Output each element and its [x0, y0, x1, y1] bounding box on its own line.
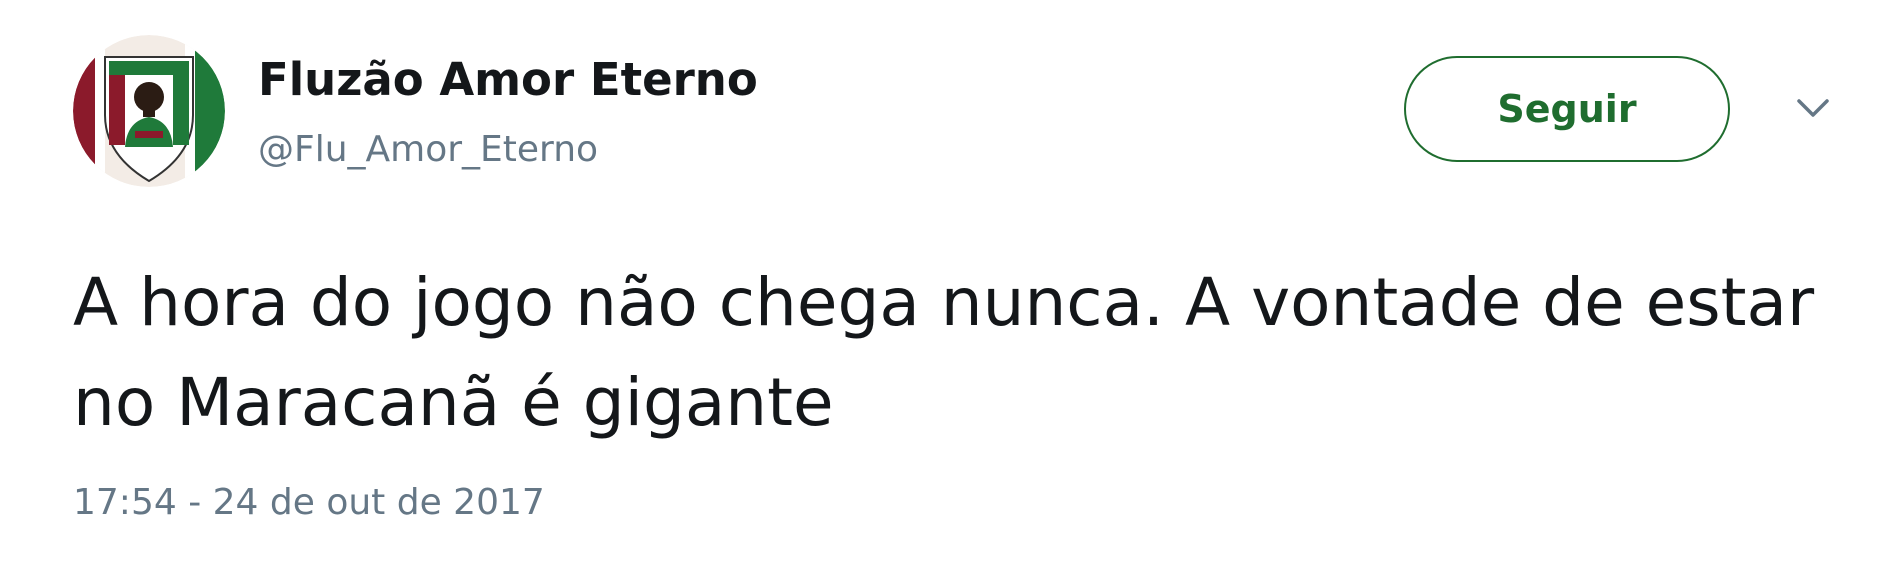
tweet-timestamp[interactable]: 17:54 - 24 de out de 2017	[73, 478, 545, 528]
avatar[interactable]	[73, 35, 225, 187]
chevron-down-icon	[1797, 99, 1829, 117]
tweet-text: A hora do jogo não chega nunca. A vontad…	[73, 264, 1815, 441]
user-handle[interactable]: @Flu_Amor_Eterno	[258, 125, 598, 175]
tweet-card: Fluzão Amor Eterno @Flu_Amor_Eterno Segu…	[0, 0, 1895, 575]
fluminense-crest-avatar-icon	[73, 35, 225, 187]
tweet-menu-button[interactable]	[1795, 96, 1831, 120]
display-name[interactable]: Fluzão Amor Eterno	[258, 50, 758, 110]
follow-button[interactable]: Seguir	[1404, 56, 1730, 162]
